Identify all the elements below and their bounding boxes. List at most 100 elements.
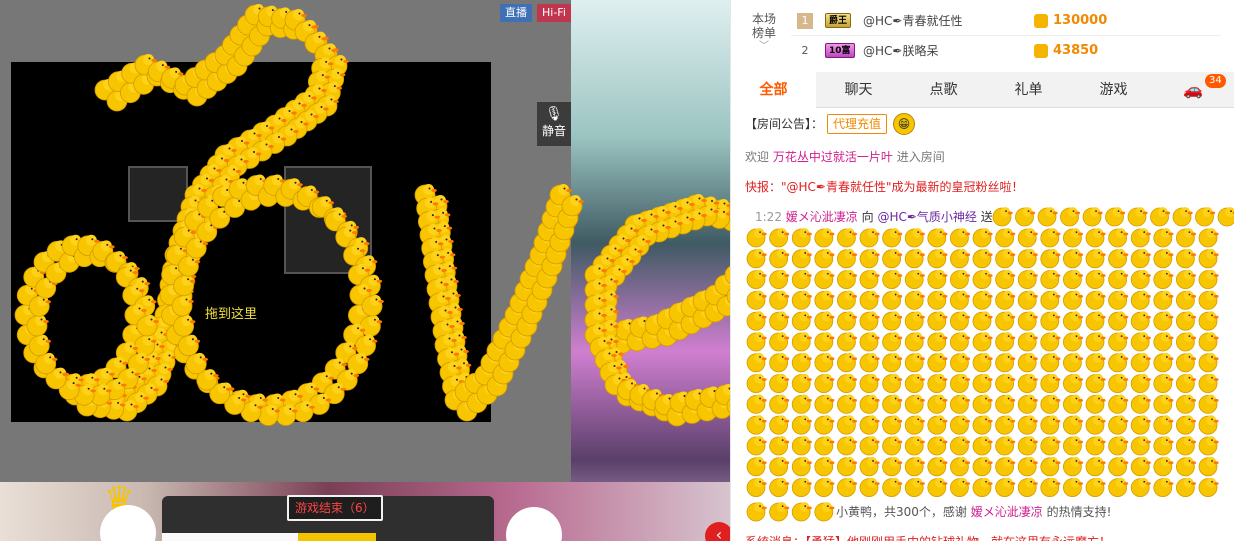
duck-icon	[814, 502, 835, 522]
duck-icon	[972, 352, 993, 373]
duck-icon	[28, 295, 52, 317]
rank-user-name[interactable]: @HC✒青春就任性	[863, 6, 962, 36]
gift-verb: 送	[980, 210, 993, 224]
duck-icon	[814, 290, 835, 310]
duck-icon	[769, 436, 790, 456]
rank-number: 1	[797, 13, 813, 29]
duck-icon	[904, 228, 925, 248]
duck-icon	[859, 332, 880, 352]
duck-icon	[859, 290, 880, 310]
duck-icon	[769, 228, 790, 248]
duck-icon	[949, 332, 971, 352]
duck-icon	[791, 415, 812, 435]
duck-icon	[769, 332, 790, 352]
duck-icon	[1108, 290, 1129, 310]
duck-icon	[1153, 394, 1174, 414]
ranking-toggle[interactable]: 本场榜单 ﹀	[749, 12, 779, 54]
car-icon[interactable]: 🚗	[1183, 80, 1203, 99]
duck-icon	[1108, 228, 1129, 248]
rank-user-name[interactable]: @HC✒朕略呆	[863, 36, 938, 66]
duck-icon	[859, 248, 880, 269]
gift-sender[interactable]: 嫒メ沁泚凄凉	[786, 210, 858, 224]
duck-icon	[746, 352, 767, 373]
duck-icon	[791, 269, 812, 290]
duck-icon	[837, 311, 858, 331]
duck-icon	[1062, 436, 1084, 456]
duck-icon	[1085, 394, 1106, 414]
duck-icon	[791, 456, 812, 477]
duck-icon	[927, 352, 948, 373]
duck-icon	[814, 248, 835, 269]
tab-song[interactable]: 点歌	[901, 72, 986, 108]
duck-icon	[769, 502, 790, 522]
duck-icon	[1108, 394, 1129, 414]
duck-icon	[1085, 332, 1106, 352]
duck-icon	[972, 311, 993, 331]
duck-icon	[173, 315, 196, 337]
duck-icon	[995, 248, 1016, 269]
duck-icon	[1198, 394, 1219, 414]
duck-icon	[1153, 228, 1174, 248]
duck-icon	[995, 456, 1016, 477]
duck-icon	[1150, 207, 1171, 227]
ranking-row[interactable]: 2 10富 @HC✒朕略呆 43850	[791, 36, 1221, 66]
duck-icon	[904, 290, 925, 310]
rank-value: 43850	[1053, 43, 1099, 58]
duck-icon	[746, 269, 767, 290]
duck-icon	[1153, 352, 1174, 373]
duck-icon	[1085, 373, 1106, 394]
duck-icon	[1040, 269, 1061, 290]
duck-icon	[972, 269, 993, 290]
tab-game[interactable]: 游戏	[1071, 72, 1156, 108]
duck-icon	[1175, 477, 1197, 498]
duck-icon	[769, 290, 790, 310]
duck-icon	[1085, 415, 1106, 435]
duck-icon	[949, 373, 971, 394]
duck-icon	[1153, 477, 1174, 498]
duck-icon	[1085, 352, 1106, 373]
duck-icon	[1062, 352, 1084, 373]
welcome-user[interactable]: 万花丛中过就活一片叶	[773, 150, 893, 164]
duck-icon	[927, 332, 948, 352]
duck-icon	[949, 290, 971, 310]
duck-icon	[814, 394, 835, 414]
duck-icon	[927, 290, 948, 310]
duck-icon	[1153, 373, 1174, 394]
duck-icon	[949, 269, 971, 290]
duck-icon	[1130, 436, 1151, 456]
duck-icon	[949, 415, 971, 435]
duck-icon	[746, 477, 767, 498]
rank-value: 130000	[1053, 13, 1108, 28]
system-message: 系统消息：【勇猛】他刚刚用手中的钻球礼物，就在这里有永远魔方！	[745, 533, 1111, 541]
duck-icon	[859, 394, 880, 414]
agent-recharge-button[interactable]: 代理充值	[827, 114, 888, 134]
duck-icon	[904, 436, 925, 456]
duck-icon	[1153, 415, 1174, 435]
duck-icon	[995, 228, 1016, 248]
duck-icon	[949, 394, 971, 414]
duck-icon	[1153, 456, 1174, 477]
tab-all[interactable]: 全部	[731, 72, 816, 108]
duck-icon	[1062, 332, 1084, 352]
duck-icon	[769, 248, 790, 269]
duck-icon	[1108, 352, 1129, 373]
duck-icon	[1153, 332, 1174, 352]
thanks-user[interactable]: 嫒メ沁泚凄凉	[971, 505, 1043, 519]
duck-icon	[1195, 207, 1216, 227]
duck-icon	[791, 228, 812, 248]
duck-icon	[904, 477, 925, 498]
duck-icon	[859, 415, 880, 435]
duck-icon	[1062, 269, 1084, 290]
welcome-suffix: 进入房间	[896, 150, 945, 164]
duck-icon	[1040, 352, 1061, 373]
tab-chat[interactable]: 聊天	[816, 72, 901, 108]
duck-icon	[882, 290, 903, 310]
car-count-badge: 34	[1205, 74, 1226, 88]
gift-target[interactable]: @HC✒气质小神经	[877, 210, 976, 224]
ranking-row[interactable]: 1 爵王 @HC✒青春就任性 130000	[791, 6, 1221, 36]
duck-icon	[859, 456, 880, 477]
thanks-suffix: 的热情支持!	[1046, 505, 1112, 519]
duck-icon	[1175, 332, 1197, 352]
tab-gift-list[interactable]: 礼单	[986, 72, 1071, 108]
duck-icon	[1153, 269, 1174, 290]
